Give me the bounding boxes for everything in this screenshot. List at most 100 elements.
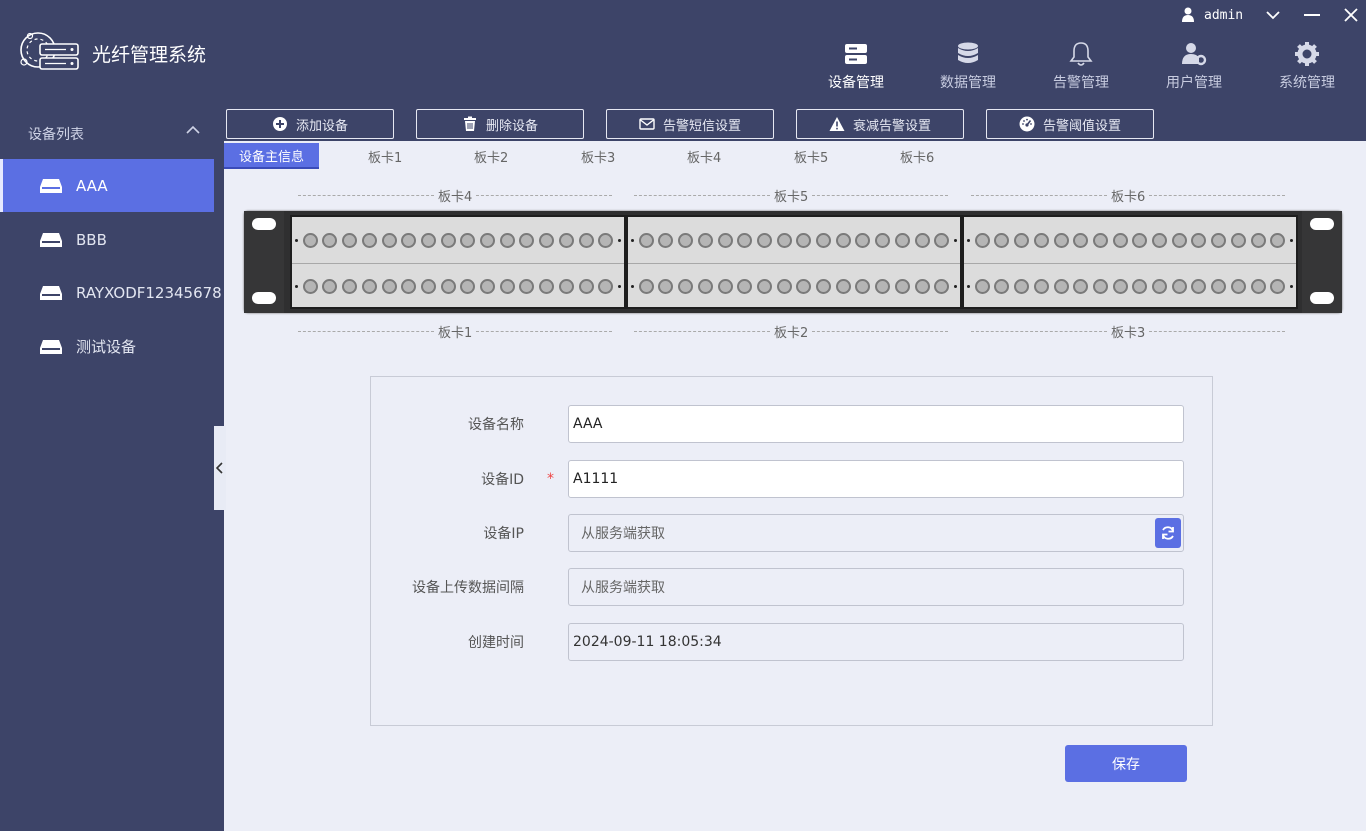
fiber-port[interactable] [796,232,812,248]
fiber-port[interactable] [342,232,358,248]
fiber-port[interactable] [1073,279,1089,294]
fiber-port[interactable] [322,279,338,294]
fiber-port[interactable] [1211,232,1227,248]
fiber-port[interactable] [598,232,614,248]
fiber-port[interactable] [678,279,694,294]
minimize-button[interactable] [1301,4,1323,26]
fiber-port[interactable] [934,279,950,294]
fiber-port[interactable] [717,232,733,248]
fiber-port[interactable] [776,279,792,294]
fiber-port[interactable] [1014,232,1030,248]
fiber-port[interactable] [737,232,753,248]
nav-alarm-management[interactable]: 告警管理 [1041,40,1121,96]
fiber-port[interactable] [638,232,654,248]
fiber-port[interactable] [1191,279,1207,294]
save-button[interactable]: 保存 [1065,745,1187,782]
device-item-bbb[interactable]: BBB [0,213,214,266]
fiber-port[interactable] [420,279,436,294]
sms-alarm-settings-button[interactable]: 告警短信设置 [606,109,774,139]
chevron-up-icon[interactable] [186,124,200,136]
fiber-port[interactable] [578,279,594,294]
fiber-port[interactable] [401,279,417,294]
tab-card-3[interactable]: 板卡3 [581,143,615,169]
fiber-port[interactable] [342,279,358,294]
fiber-port[interactable] [598,279,614,294]
device-name-input[interactable]: AAA [568,405,1184,443]
fiber-port[interactable] [875,232,891,248]
card-panel-2-5[interactable] [626,215,962,309]
fiber-port[interactable] [1053,279,1069,294]
fiber-port[interactable] [1171,279,1187,294]
tab-card-4[interactable]: 板卡4 [687,143,721,169]
fiber-port[interactable] [697,232,713,248]
card-panel-1-4[interactable] [290,215,626,309]
fiber-port[interactable] [1152,232,1168,248]
fiber-port[interactable] [1053,232,1069,248]
tab-card-6[interactable]: 板卡6 [900,143,934,169]
fiber-port[interactable] [322,232,338,248]
fiber-port[interactable] [914,279,930,294]
card-panel-3-6[interactable] [962,215,1298,309]
fiber-port[interactable] [1033,279,1049,294]
alarm-threshold-settings-button[interactable]: 告警阈值设置 [986,109,1154,139]
fiber-port[interactable] [381,232,397,248]
fiber-port[interactable] [440,279,456,294]
tab-card-2[interactable]: 板卡2 [474,143,508,169]
fiber-port[interactable] [381,279,397,294]
fiber-port[interactable] [658,279,674,294]
user-name[interactable]: admin [1204,8,1243,23]
fiber-port[interactable] [816,279,832,294]
add-device-button[interactable]: 添加设备 [226,109,394,139]
fiber-port[interactable] [1250,279,1266,294]
fiber-port[interactable] [401,232,417,248]
fiber-port[interactable] [480,279,496,294]
device-ip-input[interactable]: 从服务端获取 [568,514,1184,552]
fiber-port[interactable] [1033,232,1049,248]
fiber-port[interactable] [539,232,555,248]
fiber-port[interactable] [974,232,990,248]
fiber-port[interactable] [361,232,377,248]
fiber-port[interactable] [855,232,871,248]
fiber-port[interactable] [1014,279,1030,294]
fiber-port[interactable] [776,232,792,248]
device-item-rayxodf[interactable]: RAYXODF12345678 [0,266,222,319]
fiber-port[interactable] [678,232,694,248]
refresh-button[interactable] [1155,518,1181,548]
fiber-port[interactable] [914,232,930,248]
nav-device-management[interactable]: 设备管理 [816,40,896,96]
nav-data-management[interactable]: 数据管理 [928,40,1008,96]
fiber-port[interactable] [835,279,851,294]
fiber-port[interactable] [420,232,436,248]
fiber-port[interactable] [440,232,456,248]
fiber-port[interactable] [1092,279,1108,294]
fiber-port[interactable] [1171,232,1187,248]
tab-device-info[interactable]: 设备主信息 [224,143,320,169]
fiber-port[interactable] [1211,279,1227,294]
close-button[interactable] [1340,4,1362,26]
fiber-port[interactable] [460,232,476,248]
fiber-port[interactable] [796,279,812,294]
fiber-port[interactable] [974,279,990,294]
fiber-port[interactable] [519,232,535,248]
device-id-input[interactable]: A1111 [568,460,1184,498]
nav-user-management[interactable]: 用户管理 [1154,40,1234,96]
fiber-port[interactable] [539,279,555,294]
attenuation-alarm-settings-button[interactable]: 衰减告警设置 [796,109,964,139]
fiber-port[interactable] [1132,232,1148,248]
fiber-port[interactable] [558,232,574,248]
fiber-port[interactable] [1132,279,1148,294]
fiber-port[interactable] [934,232,950,248]
fiber-port[interactable] [855,279,871,294]
fiber-port[interactable] [361,279,377,294]
fiber-port[interactable] [816,232,832,248]
fiber-port[interactable] [1230,232,1246,248]
fiber-port[interactable] [499,232,515,248]
delete-device-button[interactable]: 删除设备 [416,109,584,139]
fiber-port[interactable] [638,279,654,294]
tab-card-5[interactable]: 板卡5 [794,143,828,169]
fiber-port[interactable] [1092,232,1108,248]
fiber-port[interactable] [756,279,772,294]
fiber-port[interactable] [894,232,910,248]
fiber-port[interactable] [1112,279,1128,294]
fiber-port[interactable] [1073,232,1089,248]
